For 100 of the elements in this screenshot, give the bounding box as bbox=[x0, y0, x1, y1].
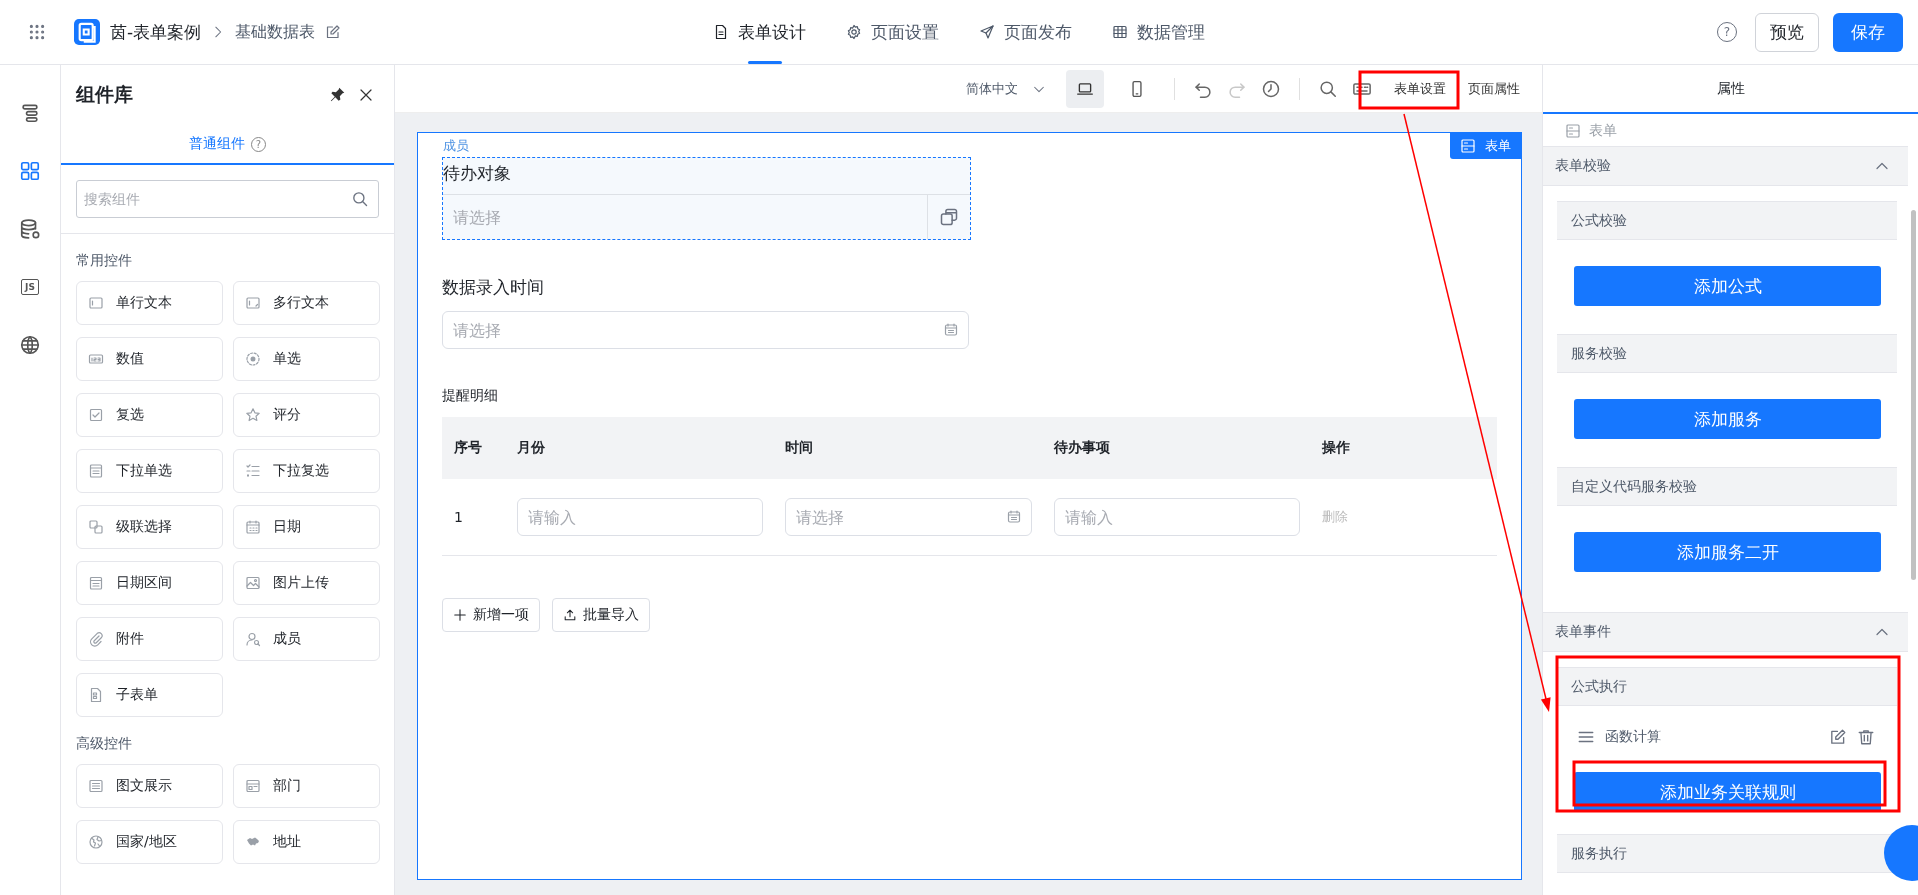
component-item[interactable]: 日期 bbox=[233, 505, 380, 549]
component-item[interactable]: 评分 bbox=[233, 393, 380, 437]
breadcrumb: 表单 bbox=[1589, 122, 1617, 140]
delete-icon[interactable] bbox=[1857, 728, 1875, 746]
table-icon bbox=[1112, 24, 1128, 40]
language-select[interactable]: 简体中文 bbox=[966, 79, 1046, 98]
edit-icon[interactable] bbox=[325, 24, 342, 40]
import-button[interactable]: 批量导入 bbox=[552, 598, 650, 632]
toolbar-link[interactable]: 页面属性 bbox=[1468, 79, 1520, 98]
plus-icon bbox=[453, 608, 467, 622]
component-item[interactable]: 单行文本 bbox=[76, 281, 223, 325]
form-icon bbox=[1460, 138, 1476, 154]
toolbar-link[interactable]: 表单设置 bbox=[1394, 79, 1446, 98]
nav-tab[interactable]: 页面设置 bbox=[846, 0, 939, 64]
nav-tab[interactable]: 页面发布 bbox=[979, 0, 1072, 64]
page-name: 基础数据表 bbox=[235, 21, 316, 43]
text-lines-icon bbox=[88, 778, 104, 794]
component-item[interactable]: 日期区间 bbox=[76, 561, 223, 605]
device-button[interactable] bbox=[1066, 69, 1104, 108]
properties-tab[interactable]: 属性 bbox=[1543, 65, 1918, 114]
component-item[interactable]: 部门 bbox=[233, 764, 380, 808]
input-field[interactable]: 请输入 bbox=[517, 498, 763, 536]
image-icon bbox=[245, 575, 261, 591]
calendar-icon bbox=[1006, 509, 1022, 525]
component-item[interactable]: 单选 bbox=[233, 337, 380, 381]
paper-plane-icon bbox=[979, 24, 995, 40]
group-title: 常用控件 bbox=[76, 252, 133, 270]
add-item-button[interactable]: 新增一项 bbox=[442, 598, 540, 632]
group-header: 自定义代码服务校验 bbox=[1557, 467, 1897, 506]
clock-icon[interactable] bbox=[1261, 78, 1281, 99]
component-item[interactable]: 图片上传 bbox=[233, 561, 380, 605]
group-header: 公式执行 bbox=[1557, 667, 1897, 706]
component-tag: 成员 bbox=[443, 137, 469, 155]
column-header: 序号 bbox=[453, 439, 483, 457]
outline-icon bbox=[19, 102, 41, 124]
preview-button[interactable]: 预览 bbox=[1755, 12, 1819, 52]
app-grid-icon[interactable] bbox=[28, 23, 46, 41]
star-icon bbox=[245, 407, 261, 423]
field-label: 数据录入时间 bbox=[442, 276, 545, 299]
date-field[interactable]: 请选择 bbox=[442, 311, 969, 349]
component-item[interactable]: 下拉单选 bbox=[76, 449, 223, 493]
pin-icon[interactable] bbox=[328, 86, 346, 104]
add-button[interactable]: 添加公式 bbox=[1574, 266, 1881, 306]
app-name[interactable]: 茵-表单案例 bbox=[110, 20, 202, 44]
component-item[interactable]: 复选 bbox=[76, 393, 223, 437]
document-icon bbox=[713, 24, 729, 40]
form-badge[interactable]: 表单 bbox=[1450, 133, 1521, 159]
date-field[interactable]: 请选择 bbox=[785, 498, 1032, 536]
rule-name: 函数计算 bbox=[1605, 728, 1662, 746]
group-title: 高级控件 bbox=[76, 735, 133, 753]
calendar-icon bbox=[88, 575, 104, 591]
add-button[interactable]: 添加服务二开 bbox=[1574, 532, 1881, 572]
radio-icon bbox=[245, 351, 261, 367]
app-logo-icon bbox=[74, 19, 100, 45]
member-select-field[interactable]: 请选择 bbox=[443, 195, 927, 239]
component-item[interactable]: 成员 bbox=[233, 617, 380, 661]
globe-icon bbox=[88, 834, 104, 850]
person-search-icon bbox=[245, 631, 261, 647]
component-item[interactable]: 数值 bbox=[76, 337, 223, 381]
component-item[interactable]: 下拉复选 bbox=[233, 449, 380, 493]
script-button[interactable]: JS bbox=[16, 273, 44, 301]
column-header: 时间 bbox=[785, 439, 814, 457]
nav-tab[interactable]: 数据管理 bbox=[1112, 0, 1205, 64]
column-header: 操作 bbox=[1322, 439, 1351, 457]
text-area-icon bbox=[245, 295, 261, 311]
column-header: 待办事项 bbox=[1054, 439, 1111, 457]
row-number: 1 bbox=[453, 509, 464, 525]
component-tab[interactable]: 普通组件 ? bbox=[189, 125, 266, 163]
component-item[interactable]: 图文展示 bbox=[76, 764, 223, 808]
input-field[interactable]: 请输入 bbox=[1054, 498, 1300, 536]
component-item[interactable]: 地址 bbox=[233, 820, 380, 864]
search-icon bbox=[351, 190, 369, 208]
nav-tab[interactable]: 表单设计 bbox=[713, 0, 806, 64]
upload-icon bbox=[563, 608, 577, 622]
search-field[interactable]: 搜索组件 bbox=[76, 180, 379, 218]
scrollbar[interactable] bbox=[1911, 210, 1916, 580]
component-item[interactable]: 附件 bbox=[76, 617, 223, 661]
form-icon bbox=[1565, 123, 1581, 139]
edit-icon[interactable] bbox=[1829, 728, 1847, 746]
database-gear-icon bbox=[19, 218, 41, 240]
search-icon[interactable] bbox=[1318, 78, 1338, 99]
component-item[interactable]: 级联选择 bbox=[76, 505, 223, 549]
calendar-icon bbox=[943, 322, 959, 338]
component-item[interactable]: 多行文本 bbox=[233, 281, 380, 325]
section-header[interactable]: 表单事件 bbox=[1543, 612, 1908, 652]
grid-icon bbox=[19, 160, 41, 182]
windows-icon bbox=[939, 207, 959, 227]
component-item[interactable]: 子表单 bbox=[76, 673, 223, 717]
overlapping-squares-icon bbox=[88, 519, 104, 535]
field-label: 待办对象 bbox=[443, 162, 512, 185]
settings-icon bbox=[846, 24, 862, 40]
component-item[interactable]: 国家/地区 bbox=[76, 820, 223, 864]
text-field-icon bbox=[88, 295, 104, 311]
document-icon bbox=[88, 687, 104, 703]
subform-title: 提醒明细 bbox=[442, 387, 499, 405]
group-header: 服务校验 bbox=[1557, 334, 1897, 373]
section-header[interactable]: 表单校验 bbox=[1543, 146, 1908, 186]
save-button[interactable]: 保存 bbox=[1833, 12, 1903, 52]
close-icon[interactable] bbox=[358, 87, 374, 103]
add-button[interactable]: 添加服务 bbox=[1574, 399, 1881, 439]
